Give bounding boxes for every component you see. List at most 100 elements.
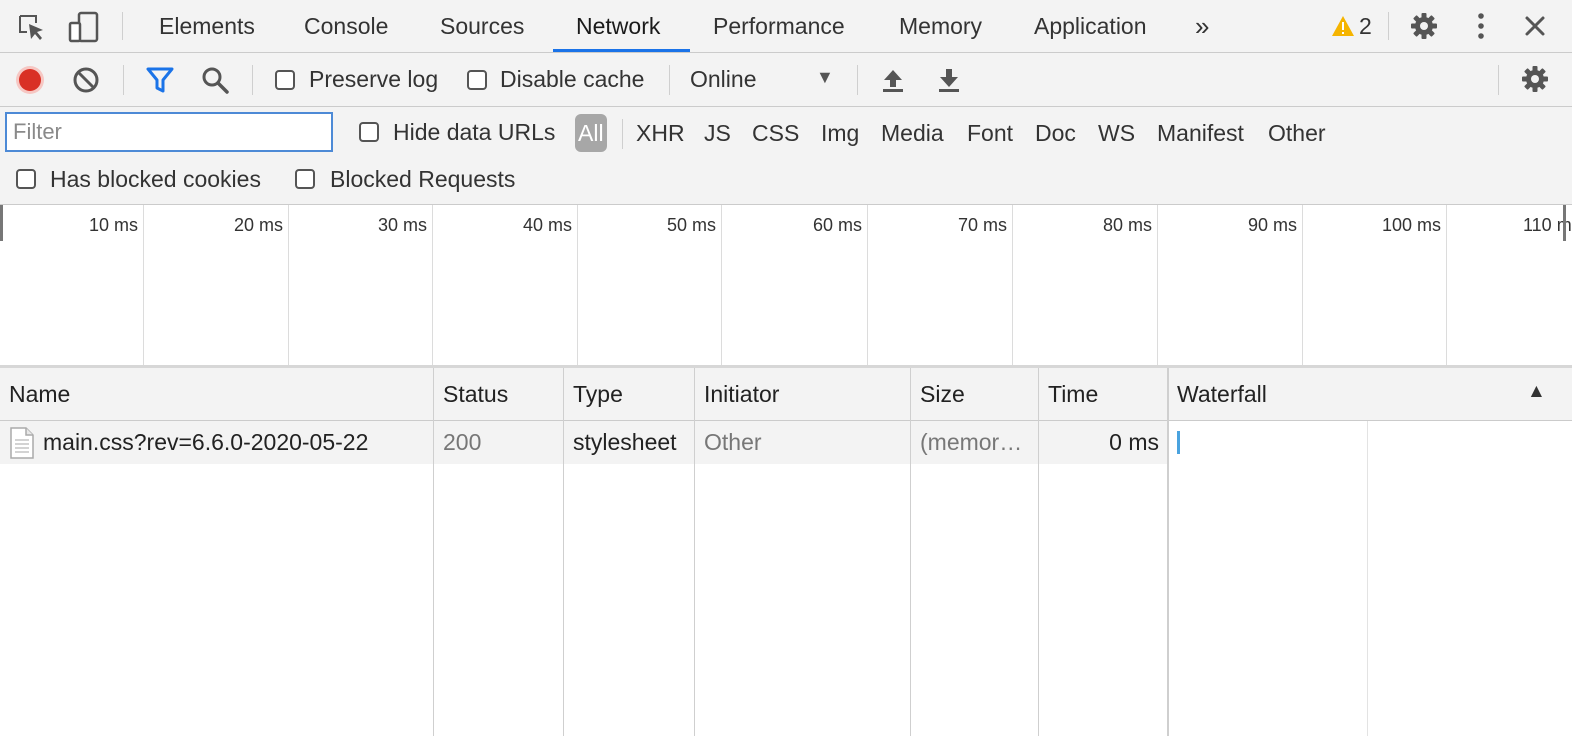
filter-icon[interactable] xyxy=(144,65,176,95)
toolbar-divider xyxy=(252,65,253,95)
filter-type-js[interactable]: JS xyxy=(704,114,731,152)
column-divider[interactable] xyxy=(1038,368,1039,736)
cell-initiator: Other xyxy=(704,429,762,455)
disable-cache-checkbox[interactable] xyxy=(467,70,487,90)
dropdown-arrow-icon: ▼ xyxy=(816,67,834,87)
toolbar-divider xyxy=(1388,12,1389,40)
hide-data-urls-label[interactable]: Hide data URLs xyxy=(393,119,555,146)
record-button[interactable] xyxy=(12,63,48,97)
filter-type-xhr[interactable]: XHR xyxy=(636,114,685,152)
throttling-select[interactable]: Online ▼ xyxy=(680,59,840,99)
preserve-log-checkbox[interactable] xyxy=(275,70,295,90)
column-divider[interactable] xyxy=(694,368,695,736)
cell-type: stylesheet xyxy=(573,429,677,455)
overview-tick: 30 ms xyxy=(289,205,433,365)
tab-network[interactable]: Network xyxy=(576,0,660,52)
column-header-initiator[interactable]: Initiator xyxy=(695,368,911,420)
filter-type-doc[interactable]: Doc xyxy=(1035,114,1076,152)
tab-console[interactable]: Console xyxy=(304,0,388,52)
has-blocked-cookies-checkbox[interactable] xyxy=(16,169,36,189)
overview-tick-label: 100 ms xyxy=(1381,215,1441,235)
filter-type-img[interactable]: Img xyxy=(821,114,859,152)
overview-tick: 40 ms xyxy=(433,205,578,365)
device-toolbar-icon[interactable] xyxy=(66,10,102,44)
toolbar-divider xyxy=(669,65,670,95)
more-tabs-button[interactable]: » xyxy=(1195,0,1209,52)
filter-bar: Hide data URLs All XHR JS CSS Img Media … xyxy=(0,107,1572,205)
sort-ascending-icon[interactable]: ▲ xyxy=(1527,381,1546,403)
export-har-icon[interactable] xyxy=(934,65,964,95)
hide-data-urls-checkbox[interactable] xyxy=(359,122,379,142)
overview-tick-label: 40 ms xyxy=(522,215,572,235)
column-divider[interactable] xyxy=(910,368,911,736)
warning-icon[interactable] xyxy=(1330,14,1356,38)
overview-tick-label: 20 ms xyxy=(233,215,283,235)
column-header-name[interactable]: Name xyxy=(0,368,434,420)
toolbar-divider xyxy=(123,65,124,95)
overview-tick: 20 ms xyxy=(144,205,289,365)
overview-tick: 100 ms xyxy=(1303,205,1447,365)
active-tab-indicator xyxy=(553,49,690,52)
waterfall-gridline xyxy=(1367,421,1368,736)
overview-tick-label: 70 ms xyxy=(957,215,1007,235)
column-header-type[interactable]: Type xyxy=(564,368,695,420)
filter-input[interactable] xyxy=(5,112,333,152)
tab-sources[interactable]: Sources xyxy=(440,0,524,52)
filter-type-ws[interactable]: WS xyxy=(1098,114,1135,152)
table-header: Name Status Type Initiator Size Time Wat… xyxy=(0,368,1572,421)
column-header-status[interactable]: Status xyxy=(434,368,564,420)
overview-tick-label: 90 ms xyxy=(1247,215,1297,235)
import-har-icon[interactable] xyxy=(878,65,908,95)
toolbar-divider xyxy=(122,12,123,40)
tab-elements[interactable]: Elements xyxy=(159,0,255,52)
filter-type-manifest[interactable]: Manifest xyxy=(1157,114,1244,152)
filter-type-all[interactable]: All xyxy=(575,114,607,152)
request-name: main.css?rev=6.6.0-2020-05-22 xyxy=(43,429,369,455)
overview-tick-label: 80 ms xyxy=(1102,215,1152,235)
record-icon xyxy=(19,69,41,91)
settings-gear-icon[interactable] xyxy=(1408,10,1440,42)
filter-type-font[interactable]: Font xyxy=(967,114,1013,152)
search-icon[interactable] xyxy=(199,65,231,95)
column-header-size[interactable]: Size xyxy=(911,368,1039,420)
warning-count[interactable]: 2 xyxy=(1359,0,1372,52)
network-toolbar: Preserve log Disable cache Online ▼ xyxy=(0,53,1572,107)
filter-type-other[interactable]: Other xyxy=(1268,114,1326,152)
devtools-tab-bar: Elements Console Sources Network Perform… xyxy=(0,0,1572,53)
clear-icon[interactable] xyxy=(70,65,102,95)
blocked-requests-label[interactable]: Blocked Requests xyxy=(330,166,515,193)
tab-performance[interactable]: Performance xyxy=(713,0,845,52)
timeline-overview[interactable]: 10 ms 20 ms 30 ms 40 ms 50 ms 60 ms 70 m… xyxy=(0,205,1572,368)
tab-application[interactable]: Application xyxy=(1034,0,1147,52)
disable-cache-label[interactable]: Disable cache xyxy=(500,66,644,93)
preserve-log-label[interactable]: Preserve log xyxy=(309,66,438,93)
column-divider[interactable] xyxy=(563,368,564,736)
inspect-element-icon[interactable] xyxy=(14,12,48,42)
cell-name: main.css?rev=6.6.0-2020-05-22 xyxy=(0,421,434,464)
throttling-value: Online xyxy=(690,66,757,92)
toolbar-divider xyxy=(857,65,858,95)
column-divider[interactable] xyxy=(1167,368,1169,736)
overview-right-handle[interactable] xyxy=(1563,205,1566,241)
close-icon[interactable] xyxy=(1520,12,1550,40)
network-settings-gear-icon[interactable] xyxy=(1519,63,1551,95)
overview-tick: 70 ms xyxy=(868,205,1013,365)
document-file-icon xyxy=(10,426,34,459)
more-options-icon[interactable] xyxy=(1468,10,1494,42)
overview-tick: 110 ms xyxy=(1447,205,1572,365)
column-header-time[interactable]: Time xyxy=(1039,368,1168,420)
overview-tick: 50 ms xyxy=(578,205,722,365)
has-blocked-cookies-label[interactable]: Has blocked cookies xyxy=(50,166,261,193)
overview-tick-label: 10 ms xyxy=(88,215,138,235)
filter-type-media[interactable]: Media xyxy=(881,114,944,152)
column-divider[interactable] xyxy=(433,368,434,736)
tab-memory[interactable]: Memory xyxy=(899,0,982,52)
filter-divider xyxy=(622,119,623,149)
overview-tick-label: 50 ms xyxy=(666,215,716,235)
filter-type-css[interactable]: CSS xyxy=(752,114,799,152)
overview-tick: 10 ms xyxy=(0,205,144,365)
blocked-requests-checkbox[interactable] xyxy=(295,169,315,189)
column-header-waterfall[interactable]: Waterfall xyxy=(1168,368,1528,420)
table-row[interactable]: main.css?rev=6.6.0-2020-05-22 200 styles… xyxy=(0,421,1572,464)
overview-tick: 90 ms xyxy=(1158,205,1303,365)
